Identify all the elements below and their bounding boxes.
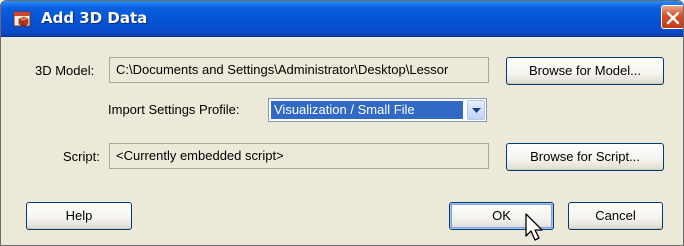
- browse-model-button[interactable]: Browse for Model...: [506, 57, 664, 85]
- script-label: Script:: [63, 149, 100, 164]
- profile-select[interactable]: Visualization / Small File: [268, 98, 487, 122]
- title-bar[interactable]: Add 3D Data: [1, 1, 683, 37]
- profile-selected-value: Visualization / Small File: [271, 101, 463, 119]
- model-path-field[interactable]: C:\Documents and Settings\Administrator\…: [109, 57, 489, 83]
- model-label: 3D Model:: [35, 63, 95, 78]
- add-3d-data-dialog: Add 3D Data 3D Model: C:\Documents and S…: [0, 0, 684, 246]
- cancel-button[interactable]: Cancel: [568, 202, 663, 230]
- help-button[interactable]: Help: [26, 202, 132, 230]
- window-title: Add 3D Data: [41, 9, 148, 27]
- close-icon: [666, 11, 680, 25]
- script-field[interactable]: <Currently embedded script>: [109, 143, 489, 169]
- dropdown-button[interactable]: [467, 100, 485, 120]
- profile-label: Import Settings Profile:: [108, 102, 240, 117]
- chevron-down-icon: [472, 108, 481, 113]
- browse-script-button[interactable]: Browse for Script...: [506, 143, 664, 171]
- 3d-data-icon: [13, 10, 33, 28]
- close-button[interactable]: [661, 5, 683, 29]
- mouse-pointer-icon: [525, 213, 543, 241]
